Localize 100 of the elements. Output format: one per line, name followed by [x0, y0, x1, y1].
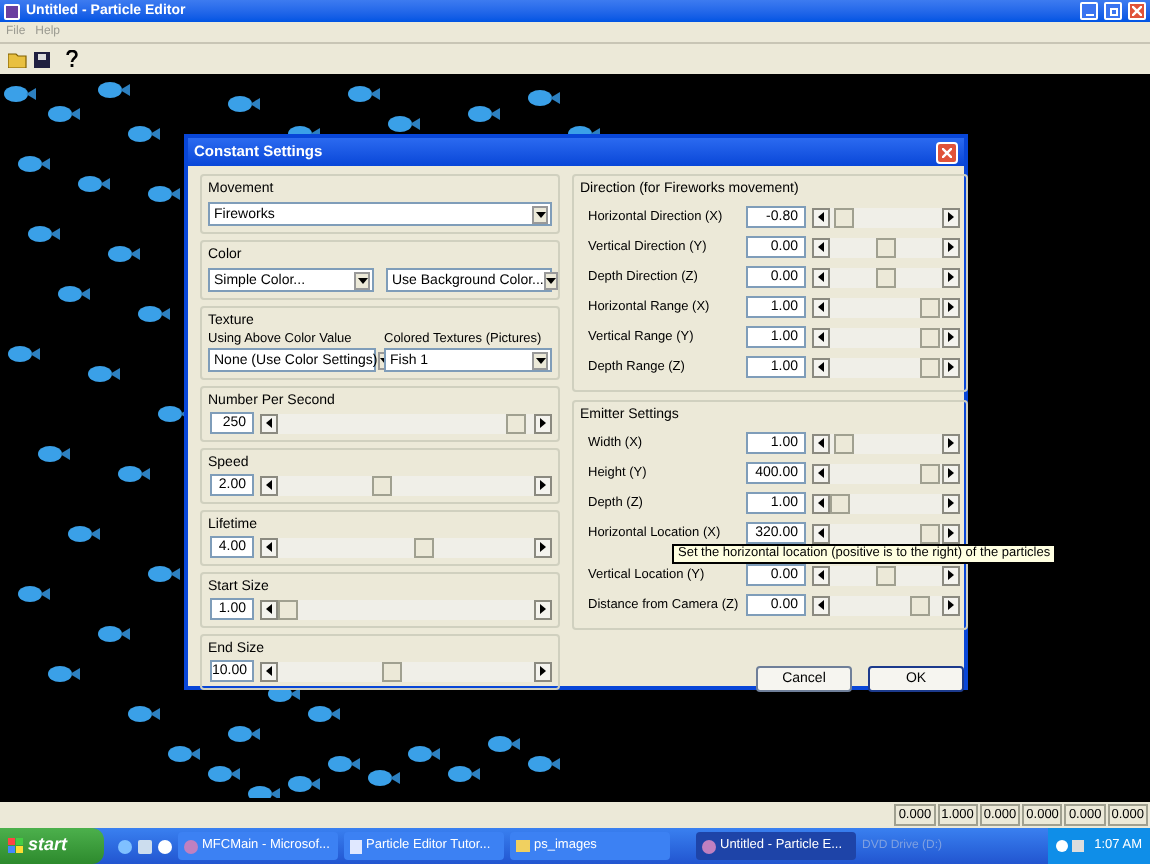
- scroll-right-button[interactable]: [942, 565, 960, 585]
- document-icon: [350, 839, 362, 853]
- right-arrow-icon: [948, 272, 954, 282]
- left-arrow-icon: [818, 302, 824, 312]
- slider-thumb[interactable]: [506, 413, 527, 433]
- scroll-left-button[interactable]: [812, 463, 830, 483]
- scroll-right-button[interactable]: [942, 237, 960, 257]
- left-arrow-icon: [266, 542, 272, 552]
- app-icon: [702, 839, 716, 853]
- right-arrow-icon: [948, 242, 954, 252]
- scroll-left-button[interactable]: [812, 237, 830, 257]
- right-arrow-icon: [540, 604, 546, 614]
- scroll-left-button[interactable]: [812, 267, 830, 287]
- scroll-left-button[interactable]: [812, 565, 830, 585]
- slider-thumb[interactable]: [910, 595, 931, 615]
- scroll-left-button[interactable]: [812, 433, 830, 453]
- right-arrow-icon: [948, 362, 954, 372]
- windows-logo-icon: [8, 838, 24, 854]
- slider-thumb[interactable]: [278, 599, 298, 619]
- right-arrow-icon: [540, 418, 546, 428]
- scroll-left-button[interactable]: [812, 327, 830, 347]
- minimize-button[interactable]: [1080, 2, 1098, 20]
- folder-icon: [516, 840, 530, 852]
- scroll-right-button[interactable]: [942, 493, 960, 513]
- left-arrow-icon: [818, 570, 824, 580]
- scroll-left-button[interactable]: [260, 475, 278, 495]
- left-arrow-icon: [818, 272, 824, 282]
- scroll-left-button[interactable]: [260, 599, 278, 619]
- slider-thumb[interactable]: [876, 237, 896, 257]
- right-arrow-icon: [948, 212, 954, 222]
- close-icon: [1132, 6, 1142, 16]
- scroll-left-button[interactable]: [260, 537, 278, 557]
- left-arrow-icon: [818, 212, 824, 222]
- dropdown-arrow-icon: [354, 271, 370, 289]
- right-arrow-icon: [948, 570, 954, 580]
- slider-thumb[interactable]: [876, 267, 896, 287]
- left-arrow-icon: [266, 418, 272, 428]
- scroll-right-button[interactable]: [942, 207, 960, 227]
- slider-thumb[interactable]: [381, 661, 402, 681]
- left-arrow-icon: [818, 438, 824, 448]
- scroll-right-button[interactable]: [534, 475, 552, 495]
- right-arrow-icon: [948, 302, 954, 312]
- app-icon: [4, 3, 20, 19]
- scroll-right-button[interactable]: [534, 661, 552, 681]
- close-button[interactable]: [1128, 2, 1146, 20]
- right-arrow-icon: [948, 468, 954, 478]
- right-arrow-icon: [948, 498, 954, 508]
- scroll-right-button[interactable]: [942, 595, 960, 615]
- close-button[interactable]: [936, 141, 958, 163]
- slider-thumb[interactable]: [919, 327, 940, 347]
- scroll-right-button[interactable]: [534, 413, 552, 433]
- left-arrow-icon: [818, 362, 824, 372]
- slider-thumb[interactable]: [834, 433, 855, 453]
- scroll-left-button[interactable]: [812, 207, 830, 227]
- slider-thumb[interactable]: [919, 523, 940, 543]
- left-arrow-icon: [818, 498, 824, 508]
- slider-thumb[interactable]: [876, 565, 896, 585]
- right-arrow-icon: [540, 480, 546, 490]
- scroll-left-button[interactable]: [812, 595, 830, 615]
- slider-thumb[interactable]: [834, 207, 855, 227]
- scroll-right-button[interactable]: [534, 599, 552, 619]
- slider-thumb[interactable]: [919, 463, 940, 483]
- slider-thumb[interactable]: [414, 537, 435, 557]
- help-icon[interactable]: [66, 50, 78, 68]
- save-icon[interactable]: [34, 51, 50, 67]
- left-arrow-icon: [818, 468, 824, 478]
- right-arrow-icon: [540, 542, 546, 552]
- scroll-right-button[interactable]: [942, 523, 960, 543]
- scroll-right-button[interactable]: [942, 357, 960, 377]
- restore-button[interactable]: [1104, 2, 1122, 20]
- right-arrow-icon: [948, 528, 954, 538]
- scroll-right-button[interactable]: [942, 297, 960, 317]
- app-icon: [184, 839, 198, 853]
- scroll-right-button[interactable]: [942, 267, 960, 287]
- right-arrow-icon: [948, 332, 954, 342]
- restore-icon: [1109, 7, 1117, 15]
- left-arrow-icon: [818, 528, 824, 538]
- scroll-left-button[interactable]: [260, 661, 278, 681]
- scroll-left-button[interactable]: [812, 523, 830, 543]
- left-arrow-icon: [818, 332, 824, 342]
- close-icon: [942, 147, 952, 157]
- scroll-right-button[interactable]: [942, 327, 960, 347]
- left-arrow-icon: [818, 600, 824, 610]
- slider-thumb[interactable]: [919, 297, 940, 317]
- scroll-left-button[interactable]: [812, 493, 830, 513]
- scroll-right-button[interactable]: [534, 537, 552, 557]
- minimize-icon: [1085, 14, 1093, 16]
- dropdown-arrow-icon: [532, 205, 548, 223]
- left-arrow-icon: [818, 242, 824, 252]
- left-arrow-icon: [266, 480, 272, 490]
- slider-thumb[interactable]: [919, 357, 940, 377]
- scroll-right-button[interactable]: [942, 463, 960, 483]
- right-arrow-icon: [948, 438, 954, 448]
- scroll-left-button[interactable]: [260, 413, 278, 433]
- scroll-left-button[interactable]: [812, 357, 830, 377]
- scroll-right-button[interactable]: [942, 433, 960, 453]
- scroll-left-button[interactable]: [812, 297, 830, 317]
- slider-thumb[interactable]: [372, 475, 393, 495]
- slider-thumb[interactable]: [830, 493, 850, 513]
- right-arrow-icon: [948, 600, 954, 610]
